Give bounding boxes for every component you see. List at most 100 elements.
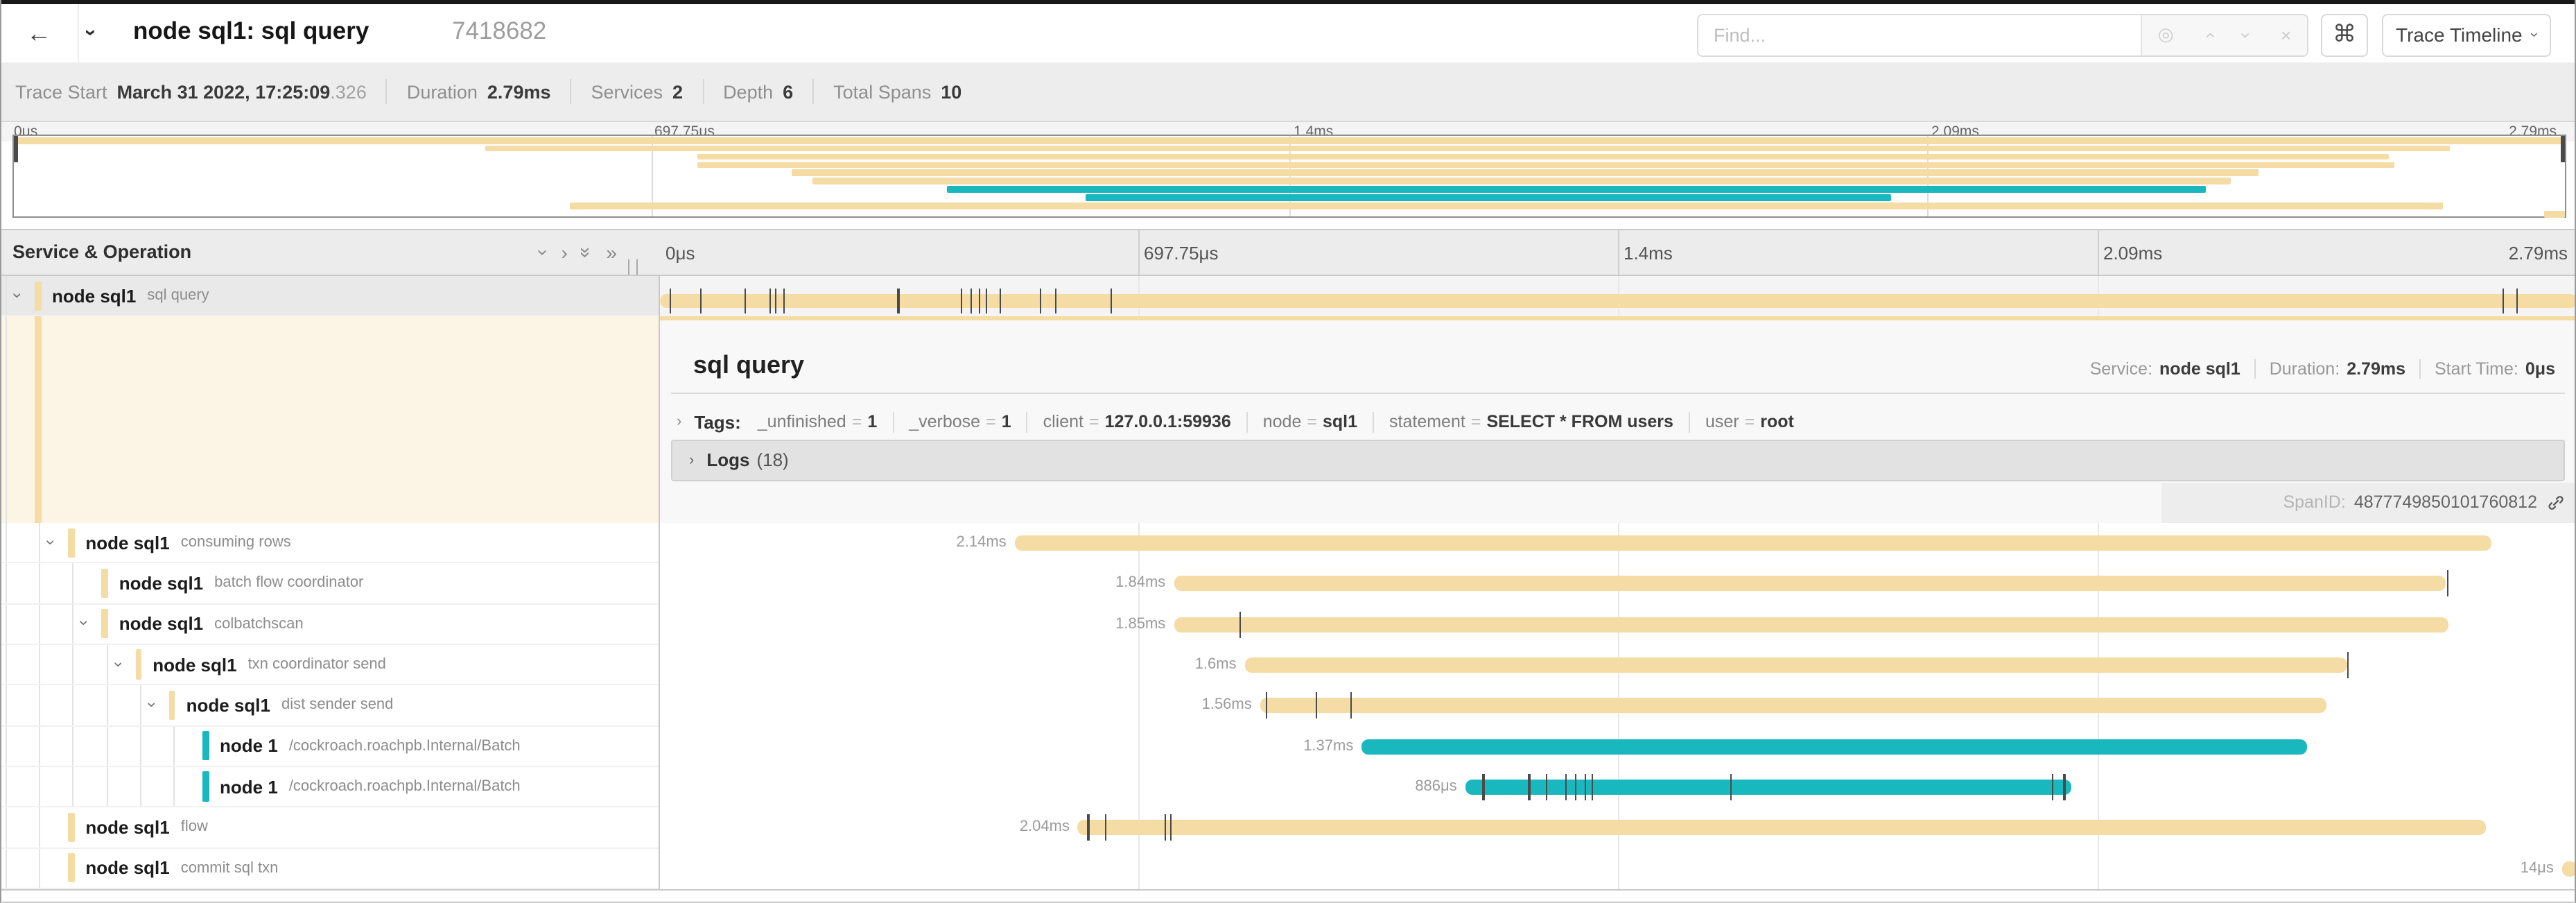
services-label: Services — [591, 81, 663, 102]
indent-guide — [6, 848, 7, 888]
column-divider[interactable] — [659, 229, 660, 889]
tree-row[interactable]: ›node sql1sql query — [1, 276, 659, 316]
clear-search-icon[interactable]: × — [2281, 24, 2291, 45]
span-bar[interactable] — [660, 293, 2576, 307]
collapse-all-icon[interactable]: » — [576, 247, 598, 258]
column-resizer-grip[interactable] — [628, 259, 638, 275]
indent-guide — [6, 523, 7, 562]
span-color-bar — [35, 281, 41, 310]
depth-label: Depth — [723, 81, 773, 102]
minimap-span-bar — [697, 153, 2389, 160]
span-bar[interactable] — [1465, 780, 2071, 795]
tree-row[interactable]: ›node sql1dist sender send — [1, 686, 659, 727]
span-detail-meta: Service:node sql1Duration:2.79msStart Ti… — [2090, 359, 2555, 378]
link-icon[interactable] — [2547, 494, 2565, 512]
tag-equals: = — [986, 412, 996, 431]
meta-label: Service: — [2090, 359, 2152, 378]
collapse-trace-chevron-icon[interactable]: › — [79, 29, 103, 36]
span-duration-label: 1.85ms — [1049, 615, 1165, 632]
span-bar[interactable] — [1174, 617, 2448, 632]
expand-chevron-icon[interactable]: › — [143, 702, 162, 707]
span-bar[interactable] — [1174, 576, 2445, 592]
tree-row[interactable]: node sql1flow — [1, 808, 659, 849]
minimap-span-bar — [2545, 211, 2565, 218]
tags-row[interactable]: › Tags: _unfinished=1_verbose=1client=12… — [677, 404, 1794, 439]
tree-row[interactable]: node 1/cockroach.roachpb.Internal/Batch — [1, 726, 659, 767]
tag-value: sql1 — [1323, 412, 1357, 431]
indent-guide — [173, 767, 175, 807]
indent-guide — [6, 808, 7, 848]
span-service-name: node sql1 — [119, 614, 203, 635]
next-result-icon[interactable]: › — [2236, 32, 2256, 38]
ruler-gridline — [1618, 230, 1619, 274]
expand-one-icon[interactable]: › — [561, 241, 567, 264]
minimap-span-bar — [792, 170, 2259, 177]
indent-guide — [39, 645, 40, 685]
span-operation-name: flow — [181, 819, 208, 836]
back-button[interactable]: ← — [18, 15, 60, 51]
span-color-bar — [135, 650, 141, 680]
span-service-name: node sql1 — [119, 573, 203, 594]
chevron-down-icon: › — [2526, 32, 2543, 37]
minimap-left-scrubber[interactable] — [14, 136, 18, 162]
tree-row[interactable]: ›node sql1txn coordinator send — [1, 645, 659, 686]
expand-chevron-icon[interactable]: › — [109, 661, 128, 666]
minimap-span-bar — [14, 137, 2565, 144]
expand-chevron-icon[interactable]: › — [42, 539, 61, 544]
expand-all-icon[interactable]: » — [606, 241, 617, 264]
indent-guide — [73, 564, 74, 603]
expand-chevron-icon[interactable]: › — [8, 292, 28, 298]
indent-guide — [6, 276, 7, 315]
logs-row[interactable]: › Logs (18) — [671, 439, 2565, 481]
span-operation-name: /cockroach.roachpb.Internal/Batch — [289, 778, 521, 795]
tag-key: _unfinished — [758, 412, 846, 431]
services-value: 2 — [672, 81, 683, 102]
collapse-one-icon[interactable]: › — [533, 249, 555, 255]
chevron-right-icon: › — [677, 413, 681, 430]
keyboard-shortcuts-button[interactable]: ⌘ — [2321, 13, 2368, 56]
tree-row[interactable]: node sql1commit sql txn — [1, 848, 659, 889]
indent-guide — [140, 686, 141, 725]
meta-label: Duration: — [2270, 359, 2340, 378]
indent-guide — [6, 767, 7, 807]
indent-guide — [173, 726, 175, 766]
span-bar[interactable] — [2562, 861, 2576, 876]
indent-guide — [73, 767, 74, 807]
find-input[interactable] — [1698, 15, 2141, 55]
timeline-ruler: 0μs 697.75μs 1.4ms 2.09ms 2.79ms — [659, 229, 2575, 275]
prev-result-icon[interactable]: › — [2198, 32, 2219, 38]
minimap-span-bar — [1086, 194, 1892, 201]
span-bar[interactable] — [1260, 698, 2326, 714]
ruler-tick-0: 0μs — [665, 243, 695, 264]
tag-value: 127.0.0.1:59936 — [1105, 412, 1231, 431]
ruler-tick-4: 2.79ms — [2509, 243, 2568, 264]
locate-icon[interactable]: ◎ — [2158, 24, 2174, 46]
tree-row[interactable]: node 1/cockroach.roachpb.Internal/Batch — [1, 767, 659, 808]
minimap-right-scrubber[interactable] — [2561, 136, 2565, 162]
tag-key: client — [1043, 412, 1084, 431]
indent-guide — [6, 686, 7, 725]
tree-row[interactable]: › node sql1colbatchscan — [1, 604, 659, 645]
tag-separator — [1373, 411, 1374, 432]
tree-row[interactable]: node sql1 batch flow coordinator — [1, 564, 659, 605]
span-color-bar — [202, 772, 209, 802]
trace-view-dropdown[interactable]: Trace Timeline › — [2382, 13, 2551, 56]
meta-value: node sql1 — [2159, 359, 2240, 378]
span-duration-label: 1.37ms — [1237, 737, 1353, 754]
span-bar[interactable] — [1078, 820, 2485, 836]
span-operation-name: consuming rows — [181, 534, 291, 551]
span-bar[interactable] — [1245, 657, 2347, 673]
span-row-label: node sql1consuming rows — [85, 523, 290, 562]
expand-chevron-icon[interactable]: › — [76, 621, 95, 626]
tag-equals: = — [1307, 412, 1317, 431]
span-color-bar — [169, 691, 175, 721]
span-operation-name: batch flow coordinator — [214, 575, 363, 592]
tag-key: _verbose — [909, 412, 980, 431]
span-bar[interactable] — [1361, 739, 2307, 754]
detail-divider — [671, 392, 2565, 393]
indent-guide — [39, 808, 40, 848]
span-bar[interactable] — [1015, 535, 2491, 551]
minimap-viewport[interactable] — [12, 135, 2566, 218]
span-row-label: node sql1colbatchscan — [119, 604, 304, 644]
tree-row[interactable]: › node sql1consuming rows — [1, 523, 659, 564]
